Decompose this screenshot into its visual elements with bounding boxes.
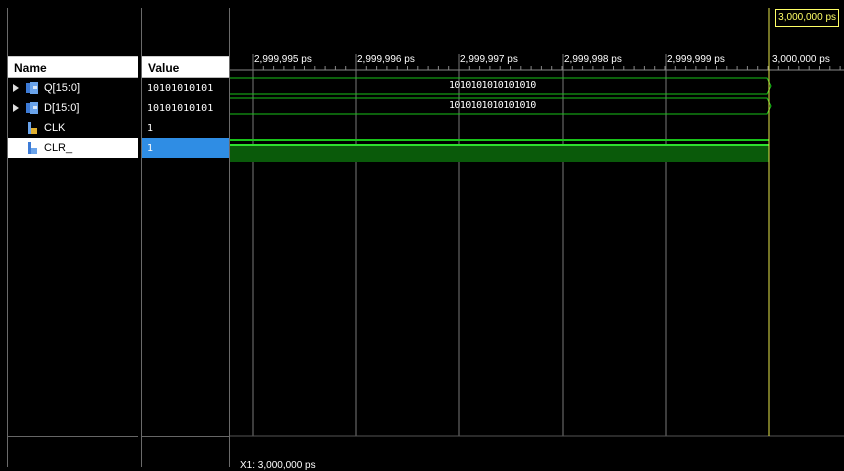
signal-row-clr-selected[interactable]: CLR_ (8, 138, 138, 158)
signal-row-clk[interactable]: CLK (8, 118, 138, 138)
waveform-pane[interactable]: 3,000,000 ps 2,999,995 ps 2,999,996 ps 2… (230, 8, 844, 471)
signal-name: CLR_ (44, 142, 73, 154)
bit-icon (28, 122, 37, 134)
value-pane-footer (142, 436, 229, 468)
expand-arrow-icon[interactable] (13, 84, 19, 92)
x1-cursor-readout: X1: 3,000,000 ps (240, 460, 316, 471)
bit-icon (28, 142, 37, 154)
name-column-header[interactable]: Name (8, 56, 138, 78)
time-tick-label: 2,999,996 ps (357, 54, 415, 65)
signal-name: CLK (44, 122, 66, 134)
signal-value: 10101010101 (147, 103, 214, 114)
signal-value-pane: Value 10101010101 10101010101 1 1 (141, 8, 230, 468)
signal-name-pane: Name Q[15:0] D[15:0] CLK CLR_ (7, 8, 138, 468)
value-cell-d: 10101010101 (142, 98, 229, 118)
time-tick-label: 2,999,999 ps (667, 54, 725, 65)
cursor-time-label[interactable]: 3,000,000 ps (775, 9, 839, 27)
signal-value: 10101010101 (147, 83, 214, 94)
ruler-minor-ticks (252, 66, 841, 70)
waveform-viewer: Name Q[15:0] D[15:0] CLK CLR_ Value 1010… (0, 0, 844, 471)
waveform-canvas[interactable] (230, 8, 844, 467)
signal-name: Q[15:0] (44, 82, 81, 94)
time-tick-label: 3,000,000 ps (772, 54, 830, 65)
time-gridlines (252, 54, 667, 436)
signal-name: D[15:0] (44, 102, 80, 114)
bus-value-d: 1010101010101010 (449, 100, 536, 111)
value-cell-clr-selected: 1 (142, 138, 229, 158)
signal-row-d[interactable]: D[15:0] (8, 98, 138, 118)
time-tick-label: 2,999,995 ps (254, 54, 312, 65)
bus-icon (26, 82, 38, 94)
value-column-header[interactable]: Value (142, 56, 229, 78)
name-pane-footer (8, 436, 138, 468)
bus-icon (26, 102, 38, 114)
signal-value: 1 (147, 123, 154, 134)
expand-arrow-icon[interactable] (13, 104, 19, 112)
time-tick-label: 2,999,997 ps (460, 54, 518, 65)
value-cell-clk: 1 (142, 118, 229, 138)
clr-waveform-fill (230, 144, 769, 162)
time-tick-label: 2,999,998 ps (564, 54, 622, 65)
signal-row-q[interactable]: Q[15:0] (8, 78, 138, 98)
signal-value: 1 (147, 143, 154, 154)
bus-value-q: 1010101010101010 (449, 80, 536, 91)
value-cell-q: 10101010101 (142, 78, 229, 98)
name-pane-top-spacer (8, 8, 138, 48)
